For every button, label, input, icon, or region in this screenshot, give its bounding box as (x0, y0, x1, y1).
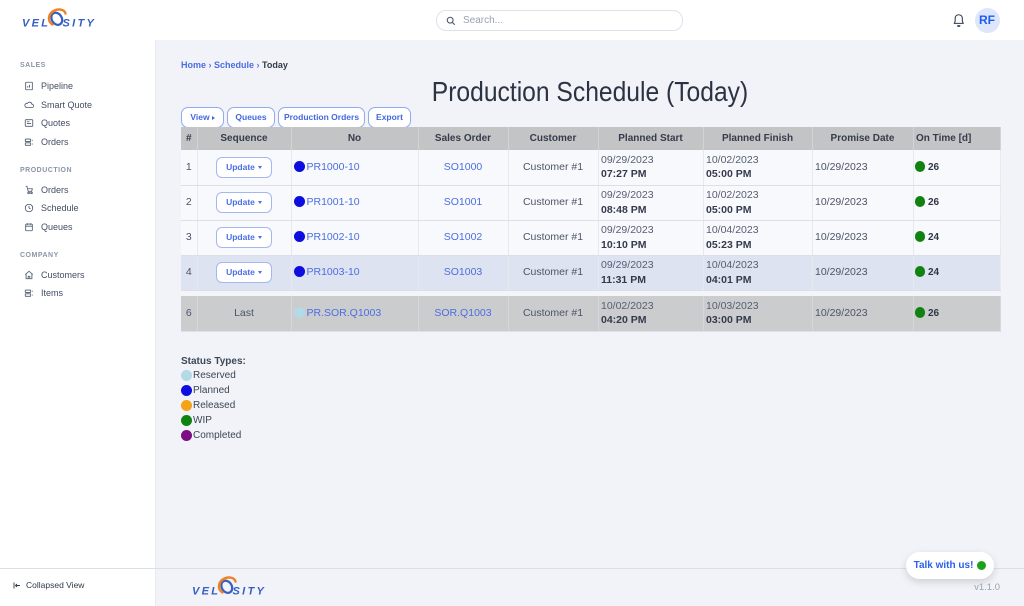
svg-text:VEL: VEL (192, 585, 220, 597)
svg-text:SITY: SITY (63, 18, 97, 30)
svg-text:SITY: SITY (233, 585, 267, 597)
svg-text:VEL: VEL (22, 18, 50, 30)
